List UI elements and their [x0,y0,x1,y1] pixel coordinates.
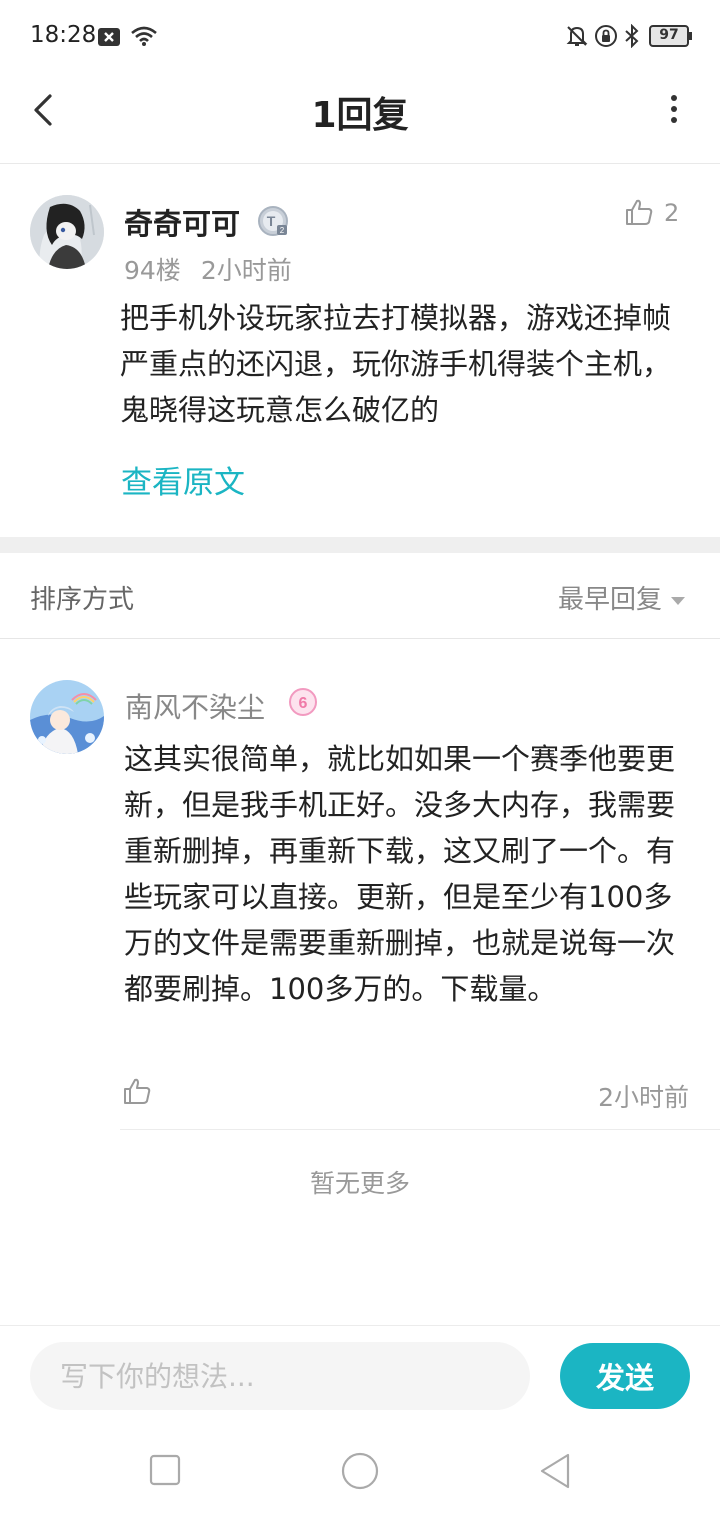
avatar[interactable] [30,195,104,269]
level-badge-icon: 6 [288,687,318,717]
post-content: 把手机外设玩家拉去打模拟器，游戏还掉帧严重点的还闪退，玩你游手机得装个主机，鬼晓… [120,301,672,427]
level-badge-number: 2 [280,226,285,235]
home-icon[interactable] [340,1451,380,1491]
level-badge-number: 6 [299,695,308,712]
back-triangle-icon[interactable] [536,1451,576,1491]
send-button[interactable]: 发送 [560,1343,690,1409]
status-bar: 18:28 97 [0,0,720,72]
comment-input[interactable] [30,1342,530,1410]
original-comment: 奇奇可可 T 2 2 94楼 2小时前 把手机外设玩家拉去打模拟器，游戏还掉帧严重… [0,165,720,537]
battery-icon: 97 [649,25,693,51]
sort-label: 排序方式 [30,585,135,615]
divider [120,1129,720,1130]
level-badge-icon: T 2 [257,205,289,237]
reply-content: 这其实很简单，就比如如果一个赛季他要更新，但是我手机正好。没多大内存，我需要重新… [124,742,676,1006]
caret-down-icon[interactable] [670,591,686,605]
close-box-icon [98,28,120,50]
username[interactable]: 南风不染尘 [125,686,265,726]
bell-off-icon [565,24,589,52]
status-time: 18:28 [30,22,97,48]
floor-number: 94楼 [124,256,181,285]
sort-dropdown[interactable]: 最早回复 [558,579,662,616]
reply-item: 南风不染尘 6 这其实很简单，就比如如果一个赛季他要更新，但是我手机正好。没多大… [0,640,720,1130]
thumbs-up-icon[interactable] [122,1076,152,1106]
avatar[interactable] [30,680,104,754]
no-more-text: 暂无更多 [309,1169,410,1198]
top-app-bar: 1回复 [0,72,720,164]
sort-bar: 排序方式 最早回复 [0,553,720,639]
bluetooth-icon [624,23,640,52]
reply-time: 2小时前 [598,1083,689,1112]
wifi-icon [130,25,158,51]
system-nav-bar [0,1425,720,1520]
page-title: 1回复 [311,95,409,136]
level-badge-letter: T [267,213,276,229]
username[interactable]: 奇奇可可 [124,201,240,243]
section-divider [0,537,720,553]
battery-level: 97 [659,27,679,43]
recent-apps-icon[interactable] [146,1451,186,1491]
like-count: 2 [664,199,680,227]
thumbs-up-icon[interactable] [624,197,654,227]
post-meta: 94楼 2小时前 [124,251,292,287]
compose-bar: 发送 [0,1325,720,1425]
view-original-link[interactable]: 查看原文 [121,457,245,502]
lock-rotation-icon [594,24,618,52]
post-time: 2小时前 [200,256,292,285]
more-options-icon[interactable] [664,92,684,128]
